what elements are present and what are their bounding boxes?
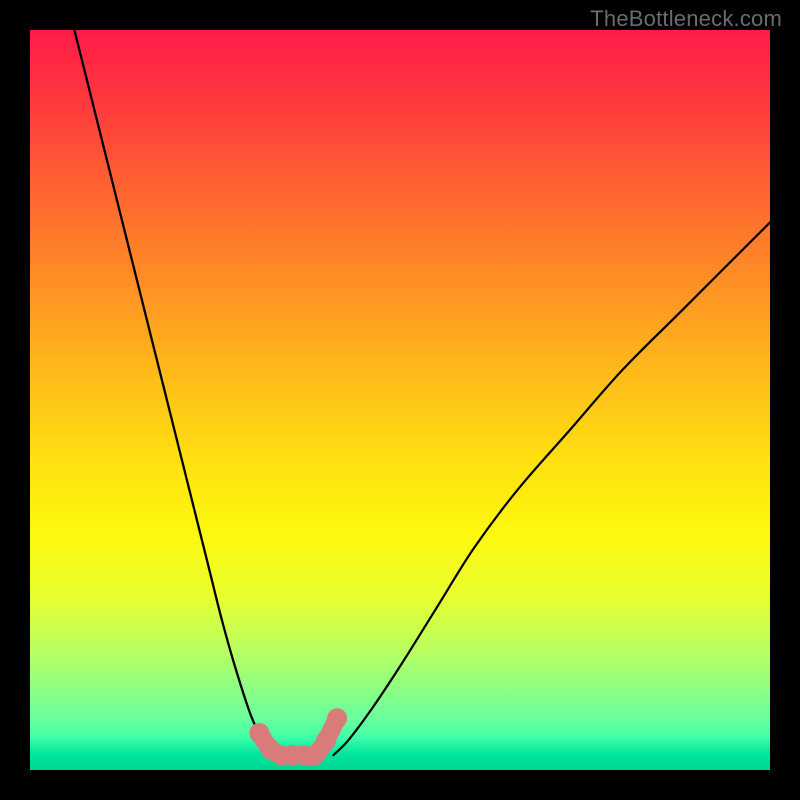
chart-plot-area (30, 30, 770, 770)
trough-marker (316, 730, 336, 750)
trough-marker (249, 723, 269, 743)
trough-marker (327, 708, 347, 728)
curve-right-branch (333, 222, 770, 755)
curve-left-branch (74, 30, 274, 755)
watermark-text: TheBottleneck.com (590, 6, 782, 32)
trough-markers-group (249, 708, 347, 765)
chart-svg-layer (30, 30, 770, 770)
